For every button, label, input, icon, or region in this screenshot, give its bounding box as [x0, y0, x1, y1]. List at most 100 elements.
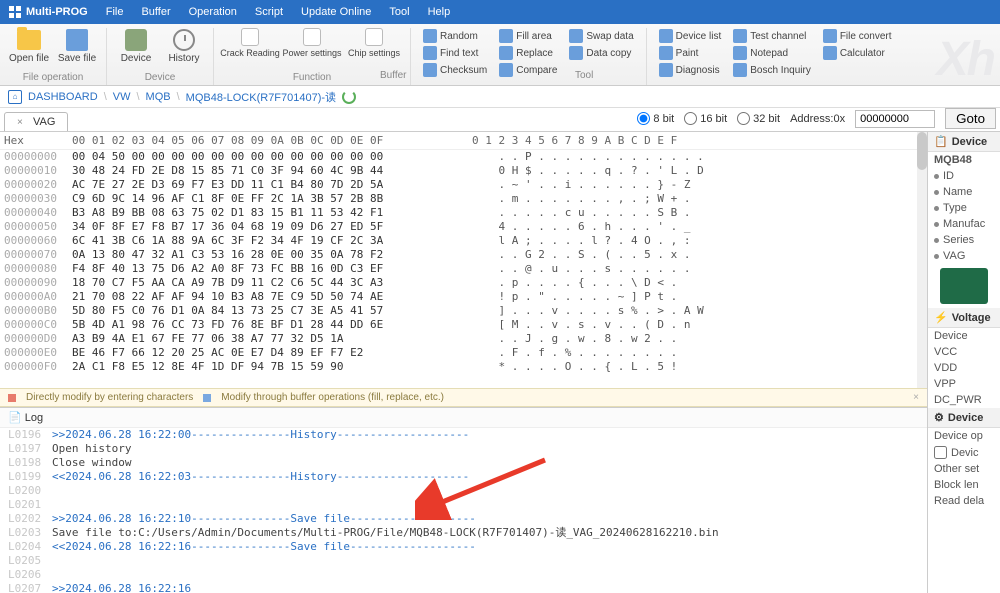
- modify-hint-bar: Directly modify by entering characters M…: [0, 388, 927, 407]
- hex-scrollbar[interactable]: [917, 132, 927, 388]
- hex-row[interactable]: 000000B05D 80 F5 C0 76 D1 0A 84 13 73 25…: [0, 304, 927, 318]
- ribbon-caption-buffer: Buffer: [380, 70, 407, 81]
- log-row: L0198Close window: [4, 456, 923, 470]
- log-panel: 📄 Log L0196>>2024.06.28 16:22:00--------…: [0, 407, 927, 593]
- notepad-button[interactable]: Notepad: [731, 45, 813, 61]
- compare-button[interactable]: Compare: [497, 62, 559, 78]
- breadcrumb-current: MQB48-LOCK(R7F701407)-读: [186, 89, 336, 105]
- menu-operation[interactable]: Operation: [189, 6, 237, 18]
- paint-button[interactable]: Paint: [657, 45, 724, 61]
- hex-row[interactable]: 000000D0A3 B9 4A E1 67 FE 77 06 38 A7 77…: [0, 332, 927, 346]
- side-field-type: Type: [928, 200, 1000, 216]
- swap-data-button[interactable]: Swap data: [567, 28, 635, 44]
- side-field-vag: VAG: [928, 248, 1000, 264]
- hex-row[interactable]: 00000080F4 8F 40 13 75 D6 A2 A0 8F 73 FC…: [0, 262, 927, 276]
- hex-row[interactable]: 00000030C9 6D 9C 14 96 AF C1 8F 0E FF 2C…: [0, 192, 927, 206]
- hex-row[interactable]: 00000020AC 7E 27 2E D3 69 F7 E3 DD 11 C1…: [0, 178, 927, 192]
- hex-row[interactable]: 0000005034 0F 8F E7 F8 B7 17 36 04 68 19…: [0, 220, 927, 234]
- side-devopt-header: ⚙ Device: [928, 408, 1000, 428]
- save-file-button[interactable]: Save file: [54, 28, 100, 64]
- menu-buffer[interactable]: Buffer: [141, 6, 170, 18]
- radio-8bit[interactable]: 8 bit: [637, 112, 674, 125]
- hex-row[interactable]: 0000009018 70 C7 F5 AA CA A9 7B D9 11 C2…: [0, 276, 927, 290]
- brand-watermark: Xh: [937, 32, 994, 86]
- hex-row[interactable]: 000000606C 41 3B C6 1A 88 9A 6C 3F F2 34…: [0, 234, 927, 248]
- address-input[interactable]: [855, 110, 935, 128]
- devopt-check[interactable]: Devic: [928, 444, 1000, 461]
- fill-area-button[interactable]: Fill area: [497, 28, 559, 44]
- side-field-name: Name: [928, 184, 1000, 200]
- device-list-button[interactable]: Device list: [657, 28, 724, 44]
- random-button[interactable]: Random: [421, 28, 489, 44]
- side-device-header: 📋 Device: [928, 132, 1000, 152]
- replace-icon: [499, 46, 513, 60]
- goto-button[interactable]: Goto: [945, 108, 996, 129]
- buffer-modify-indicator: [203, 394, 211, 402]
- bosch-icon: [733, 63, 747, 77]
- diagnosis-button[interactable]: Diagnosis: [657, 62, 724, 78]
- diagnosis-icon: [659, 63, 673, 77]
- bosch-inquiry-button[interactable]: Bosch Inquiry: [731, 62, 813, 78]
- crack-reading-button[interactable]: Crack Reading: [220, 28, 280, 58]
- hex-row[interactable]: 000000A021 70 08 22 AF AF 94 10 B3 A8 7E…: [0, 290, 927, 304]
- menu-update[interactable]: Update Online: [301, 6, 371, 18]
- radio-32bit[interactable]: 32 bit: [737, 112, 780, 125]
- list-icon: [659, 29, 673, 43]
- history-button[interactable]: History: [161, 28, 207, 64]
- checksum-button[interactable]: Checksum: [421, 62, 489, 78]
- convert-icon: [823, 29, 837, 43]
- test-channel-button[interactable]: Test channel: [731, 28, 813, 44]
- data-copy-button[interactable]: Data copy: [567, 45, 635, 61]
- chip-settings-button[interactable]: Chip settings: [344, 28, 404, 58]
- ribbon-group-file: Open file Save file File operation: [0, 28, 107, 85]
- menu-file[interactable]: File: [106, 6, 124, 18]
- side-panel: 📋 Device MQB48 ID Name Type Manufac Seri…: [928, 132, 1000, 593]
- breadcrumb-mqb[interactable]: MQB: [146, 91, 171, 103]
- tab-row: × VAG 8 bit 16 bit 32 bit Address:0x Got…: [0, 108, 1000, 132]
- find-icon: [423, 46, 437, 60]
- side-device-root: MQB48: [928, 152, 1000, 168]
- power-settings-button[interactable]: Power settings: [282, 28, 342, 58]
- direct-modify-indicator: [8, 394, 16, 402]
- volt-vcc: VCC: [928, 344, 1000, 360]
- radio-16bit[interactable]: 16 bit: [684, 112, 727, 125]
- address-label: Address:0x: [790, 113, 845, 125]
- devopt-label: Device op: [928, 428, 1000, 444]
- test-icon: [733, 29, 747, 43]
- side-field-series: Series: [928, 232, 1000, 248]
- hex-row[interactable]: 000000700A 13 80 47 32 A1 C3 53 16 28 0E…: [0, 248, 927, 262]
- hex-row[interactable]: 000000E0BE 46 F7 66 12 20 25 AC 0E E7 D4…: [0, 346, 927, 360]
- menu-tool[interactable]: Tool: [389, 6, 409, 18]
- device-button[interactable]: Device: [113, 28, 159, 64]
- open-file-button[interactable]: Open file: [6, 28, 52, 64]
- hint-close-icon[interactable]: ×: [913, 392, 919, 403]
- ribbon-caption-tool: Tool: [575, 70, 593, 81]
- hex-body[interactable]: 0000000000 04 50 00 00 00 00 00 00 00 00…: [0, 150, 927, 388]
- hex-row[interactable]: 000000C05B 4D A1 98 76 CC 73 FD 76 8E BF…: [0, 318, 927, 332]
- file-convert-button[interactable]: File convert: [821, 28, 894, 44]
- hex-row[interactable]: 000000F02A C1 F8 E5 12 8E 4F 1D DF 94 7B…: [0, 360, 927, 374]
- volt-vdd: VDD: [928, 360, 1000, 376]
- home-icon[interactable]: ⌂: [8, 90, 22, 104]
- log-body[interactable]: L0196>>2024.06.28 16:22:00--------------…: [0, 428, 927, 593]
- breadcrumb: ⌂ DASHBOARD \ VW \ MQB \ MQB48-LOCK(R7F7…: [0, 86, 1000, 108]
- volt-device: Device: [928, 328, 1000, 344]
- find-text-button[interactable]: Find text: [421, 45, 489, 61]
- menu-script[interactable]: Script: [255, 6, 283, 18]
- refresh-icon[interactable]: [342, 90, 356, 104]
- app-logo: Multi-PROG: [8, 5, 88, 19]
- menu-help[interactable]: Help: [428, 6, 451, 18]
- tab-close-left[interactable]: ×: [17, 117, 27, 127]
- address-controls: 8 bit 16 bit 32 bit Address:0x Goto: [637, 108, 996, 129]
- log-row: L0197Open history: [4, 442, 923, 456]
- hex-viewer: Hex 00 01 02 03 04 05 06 07 08 09 0A 0B …: [0, 132, 927, 388]
- calculator-button[interactable]: Calculator: [821, 45, 894, 61]
- breadcrumb-dashboard[interactable]: DASHBOARD: [28, 91, 98, 103]
- replace-button[interactable]: Replace: [497, 45, 559, 61]
- breadcrumb-vw[interactable]: VW: [113, 91, 131, 103]
- hex-row[interactable]: 00000040B3 A8 B9 BB 08 63 75 02 D1 83 15…: [0, 206, 927, 220]
- hex-row[interactable]: 0000001030 48 24 FD 2E D8 15 85 71 C0 3F…: [0, 164, 927, 178]
- hex-bytes-header: 00 01 02 03 04 05 06 07 08 09 0A 0B 0C 0…: [72, 134, 472, 147]
- hex-row[interactable]: 0000000000 04 50 00 00 00 00 00 00 00 00…: [0, 150, 927, 164]
- tab-vag[interactable]: × VAG: [4, 112, 68, 131]
